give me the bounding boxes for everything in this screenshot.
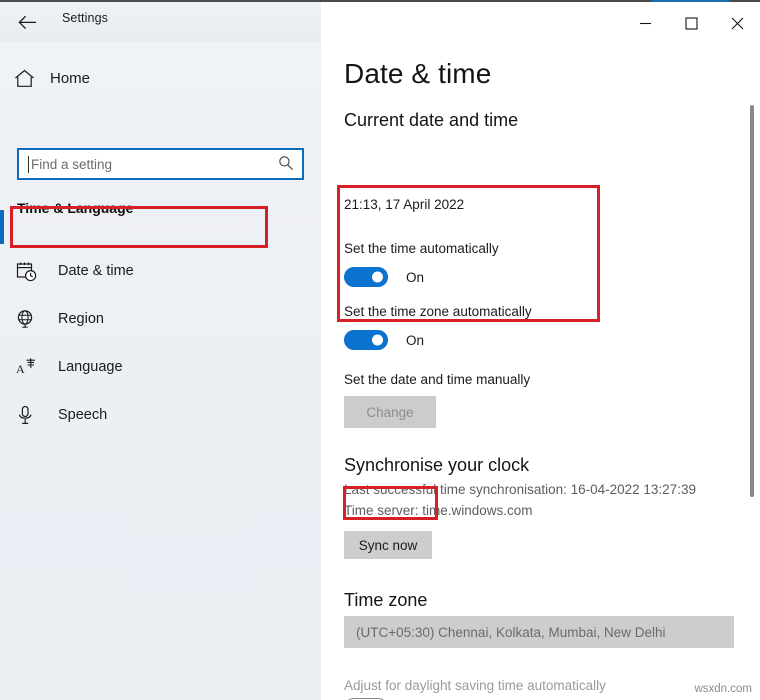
maximize-icon [684,16,698,30]
home-icon [0,69,48,88]
sidebar-home-label: Home [50,69,91,87]
search-input[interactable] [19,151,271,177]
microphone-icon [16,405,48,426]
calendar-clock-icon [16,261,48,282]
text-caret [28,156,29,173]
language-icon: A [16,357,48,377]
sync-now-button[interactable]: Sync now [344,531,432,559]
last-sync-text: Last successful time synchronisation: 16… [344,482,696,497]
timezone-select[interactable]: (UTC+05:30) Chennai, Kolkata, Mumbai, Ne… [344,616,734,648]
current-datetime-heading: Current date and time [344,110,519,130]
auto-timezone-label: Set the time zone automatically [344,304,532,319]
close-button[interactable] [714,4,760,42]
sidebar-item-label: Language [58,359,123,375]
auto-time-state: On [406,269,425,285]
close-icon [731,17,744,30]
toggle-knob [372,334,383,346]
minimize-icon [639,18,652,29]
time-server-text: Time server: time.windows.com [344,503,533,518]
back-arrow-icon [17,15,37,30]
settings-window: Settings Home Find a setting Time & Lang… [0,0,760,700]
auto-time-toggle[interactable] [344,267,388,287]
manual-datetime-label: Set the date and time manually [344,372,531,387]
back-button[interactable] [10,6,44,38]
sidebar-item-label: Region [58,311,104,327]
sidebar-item-region[interactable]: Region [0,295,321,343]
sidebar-item-label: Date & time [58,263,134,279]
auto-timezone-state: On [406,332,425,348]
title-bar: Settings [0,2,760,42]
sidebar: Home Time & Language [0,42,321,700]
minimize-button[interactable] [622,4,668,42]
search-box[interactable] [17,148,304,180]
maximize-button[interactable] [668,4,714,42]
sidebar-item-language[interactable]: A Language [0,343,321,391]
page-title: Date & time [344,58,492,89]
window-title: Settings [62,11,108,25]
main-content: Date & time Current date and time 21:13,… [321,42,760,700]
sidebar-item-label: Speech [58,407,108,423]
caption-buttons [622,4,760,42]
auto-time-label: Set the time automatically [344,241,499,256]
current-datetime-value: 21:13, 17 April 2022 [344,197,465,212]
title-bar-left-pane [0,2,321,42]
sidebar-item-home[interactable]: Home [0,60,300,96]
change-button[interactable]: Change [344,396,436,428]
selection-accent-bar [0,210,4,244]
sidebar-item-speech[interactable]: Speech [0,391,321,439]
toggle-knob [372,271,383,283]
watermark: wsxdn.com [694,683,752,695]
sidebar-group-title: Time & Language [17,200,134,216]
auto-timezone-toggle-row: On [344,330,424,350]
search-icon[interactable] [278,155,294,176]
sync-clock-heading: Synchronise your clock [344,455,530,475]
scrollbar-thumb[interactable] [750,105,754,497]
timezone-heading: Time zone [344,590,428,610]
dst-label: Adjust for daylight saving time automati… [344,678,606,693]
sidebar-item-date-time[interactable]: Date & time [0,247,321,295]
auto-timezone-toggle[interactable] [344,330,388,350]
svg-text:A: A [16,362,25,376]
auto-time-toggle-row: On [344,267,424,287]
sidebar-nav-list: Date & time Region A Language Speech [0,247,321,439]
globe-icon [16,309,48,329]
